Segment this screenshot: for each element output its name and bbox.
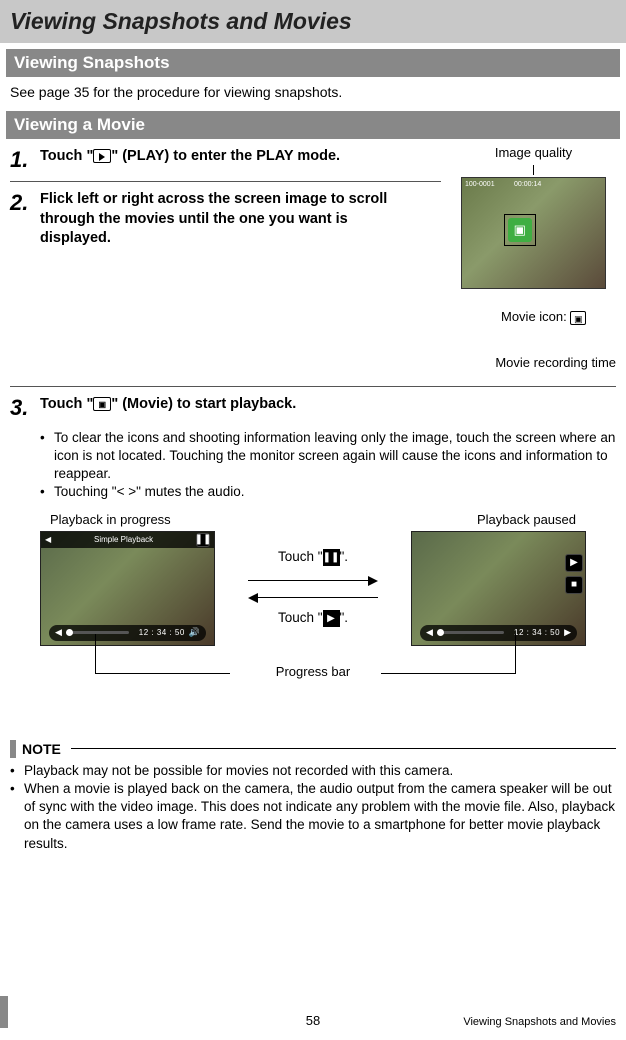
progress-bar-label: Progress bar [270,664,356,679]
note-title: NOTE [22,741,61,757]
movie-icon: ▣ [508,218,532,242]
step-3-bullet-1: To clear the icons and shooting informat… [40,429,616,484]
arrow-right-icon [221,572,405,587]
next-icon: ▶ [564,627,571,638]
step-1-text: Touch " " (PLAY) to enter the PLAY mode. [40,147,441,173]
playback-paused-label: Playback paused [477,512,576,527]
step-1-number: 1. [10,147,40,173]
progress-bar-track [437,631,504,634]
play-icon [93,149,111,163]
page-title: Viewing Snapshots and Movies [10,8,616,35]
step-2-text: Flick left or right across the screen im… [40,190,400,249]
note-item-2: When a movie is played back on the camer… [10,780,616,853]
time-display-left: 12 : 34 : 50 [139,628,185,637]
step-3: 3. Touch "▣" (Movie) to start playback. [10,395,616,421]
play-control-icon: ▶ [565,554,583,572]
progress-bar-track [66,631,129,634]
snapshots-text: See page 35 for the procedure for viewin… [10,83,616,101]
touch-pause-prefix: Touch " [278,549,323,564]
touch-pause-suffix: ". [340,549,349,564]
step-3-after: " (Movie) to start playback. [111,396,296,412]
divider [10,386,616,387]
step-3-bullet-2: Touching "< >" mutes the audio. [40,483,616,501]
prev-icon: ◀ [55,627,62,638]
note-marker-icon [10,740,16,758]
step-1-after: " (PLAY) to enter the PLAY mode. [111,148,340,164]
thumbnail-info-strip: 100-0001 00:00:14 [465,181,541,188]
step-1: 1. Touch " " (PLAY) to enter the PLAY mod… [10,147,441,173]
progress-strip-left: ◀ 12 : 34 : 50 🔊 [49,625,206,641]
playback-in-progress-label: Playback in progress [50,512,171,527]
arrow-left-icon [221,589,405,604]
image-annotation-panel: Image quality 100-0001 00:00:14 ▣ Movie … [451,145,616,370]
touch-play-prefix: Touch " [278,610,323,625]
step-2: 2. Flick left or right across the screen… [10,190,441,249]
movie-recording-time-label: Movie recording time [451,355,616,370]
speaker-icon: 🔊 [189,627,200,638]
movie-icon-glyph: ▣ [570,311,586,325]
footer-accent-bar [0,996,8,1028]
playback-in-progress-screenshot: ◀ Simple Playback ❚❚ ◀ 12 : 34 : 50 🔊 [40,531,215,646]
playback-comparison: Playback in progress Playback paused ◀ Si… [10,512,616,704]
pause-icon: ❚❚ [323,549,340,566]
movie-icon-inline: ▣ [93,397,111,411]
progress-bar-callout: Progress bar [10,664,616,704]
movie-icon-label-text: Movie icon: [501,309,570,324]
stop-control-icon: ■ [565,576,583,594]
note-rule [71,748,616,749]
title-bar: Viewing Snapshots and Movies [0,0,626,43]
step-3-before: Touch " [40,396,93,412]
image-quality-label: Image quality [495,145,572,160]
time-display-right: 12 : 34 : 50 [514,628,560,637]
play-square-icon: ▶ [323,610,340,627]
divider [10,181,441,182]
playback-transition-arrows: Touch "❚❚". Touch "▶". [215,543,411,633]
section-viewing-snapshots: Viewing Snapshots [6,49,620,77]
progress-strip-right: ◀ 12 : 34 : 50 ▶ [420,625,577,641]
playback-paused-screenshot: ▶ ■ ◀ 12 : 34 : 50 ▶ [411,531,586,646]
step-3-number: 3. [10,395,40,421]
playback-header-strip: ◀Simple Playback❚❚ [41,532,214,548]
step-3-bullets: To clear the icons and shooting informat… [40,429,616,502]
prev-icon: ◀ [426,627,433,638]
note-block: NOTE Playback may not be possible for mo… [10,740,616,853]
callout-line-icon [533,165,534,175]
step-1-before: Touch " [40,148,93,164]
playback-header-text: Simple Playback [94,532,153,548]
note-item-1: Playback may not be possible for movies … [10,762,616,780]
touch-play-suffix: ". [340,610,349,625]
section-viewing-movie: Viewing a Movie [6,111,620,139]
step-3-text: Touch "▣" (Movie) to start playback. [40,395,616,421]
pause-small-icon: ❚❚ [196,533,210,547]
step-2-number: 2. [10,190,40,249]
sample-movie-thumbnail: 100-0001 00:00:14 ▣ [461,177,606,289]
footer-section-name: Viewing Snapshots and Movies [463,1016,616,1028]
page-footer: 58 Viewing Snapshots and Movies [10,1013,616,1028]
